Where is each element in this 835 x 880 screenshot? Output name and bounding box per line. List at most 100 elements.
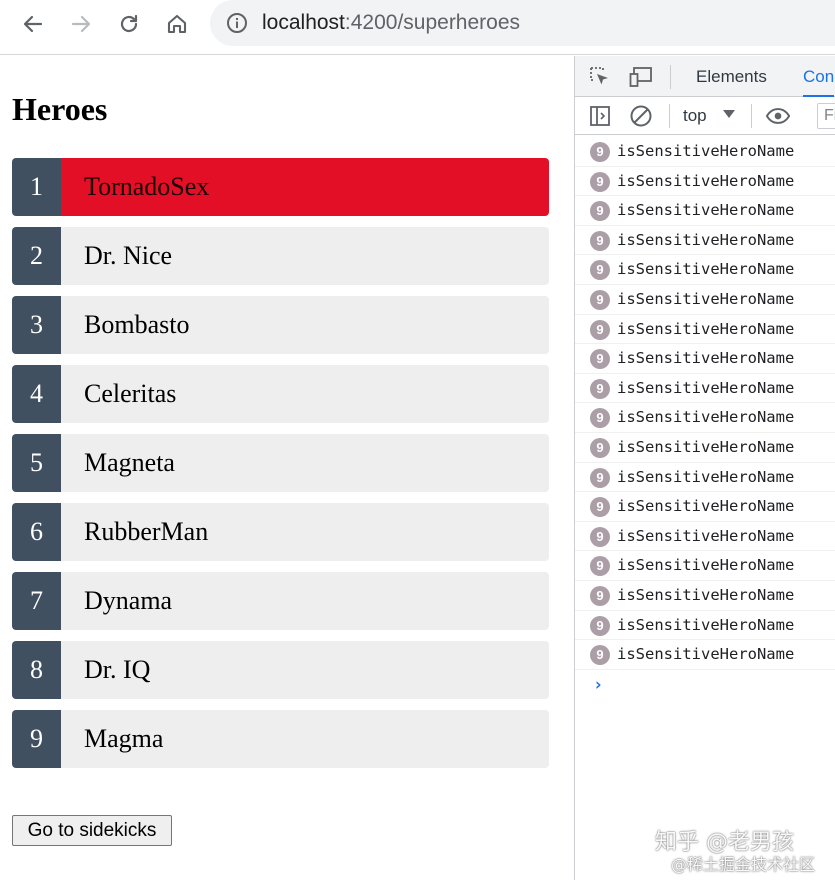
repeat-count-badge: 9 [590, 289, 610, 310]
console-message-text: isSensitiveHeroName [617, 378, 795, 397]
hero-item[interactable]: 7 Dynama [12, 572, 549, 630]
browser-toolbar: localhost:4200/superheroes [0, 0, 835, 55]
console-message: 9 isSensitiveHeroName [575, 344, 835, 374]
console-message: 9 isSensitiveHeroName [575, 611, 835, 641]
console-message: 9 isSensitiveHeroName [575, 255, 835, 285]
hero-item[interactable]: 6 RubberMan [12, 503, 549, 561]
repeat-count-badge: 9 [590, 319, 610, 340]
hero-id-badge: 3 [12, 296, 61, 354]
page-title: Heroes [12, 91, 108, 127]
url-path: :4200/superheroes [344, 11, 521, 34]
forward-arrow-icon [69, 12, 93, 36]
forward-button[interactable] [65, 8, 97, 40]
console-message: 9 isSensitiveHeroName [575, 167, 835, 197]
repeat-count-badge: 9 [590, 467, 610, 488]
hero-name: Celeritas [61, 365, 549, 423]
console-message-text: isSensitiveHeroName [617, 319, 795, 338]
console-message: 9 isSensitiveHeroName [575, 137, 835, 167]
console-message-text: isSensitiveHeroName [617, 260, 795, 279]
console-message: 9 isSensitiveHeroName [575, 581, 835, 611]
hero-name: Magma [61, 710, 549, 768]
repeat-count-badge: 9 [590, 437, 610, 458]
console-message-text: isSensitiveHeroName [617, 230, 795, 249]
repeat-count-badge: 9 [590, 201, 610, 222]
console-message-text: isSensitiveHeroName [617, 349, 795, 368]
back-button[interactable] [17, 8, 49, 40]
device-toolbar-icon[interactable] [628, 64, 654, 90]
reload-icon [117, 12, 141, 36]
clear-console-icon[interactable] [628, 103, 654, 129]
console-message-text: isSensitiveHeroName [617, 615, 795, 634]
hero-id-badge: 5 [12, 434, 61, 492]
home-icon [165, 12, 189, 36]
console-message: 9 isSensitiveHeroName [575, 640, 835, 670]
hero-id-badge: 4 [12, 365, 61, 423]
hero-id-badge: 8 [12, 641, 61, 699]
eye-icon[interactable] [765, 103, 791, 129]
repeat-count-badge: 9 [590, 526, 610, 547]
hero-item[interactable]: 9 Magma [12, 710, 549, 768]
hero-name: Magneta [61, 434, 549, 492]
repeat-count-badge: 9 [590, 260, 610, 281]
console-message-text: isSensitiveHeroName [617, 556, 795, 575]
filter-input[interactable]: Fi [817, 103, 835, 129]
hero-name: TornadoSex [61, 158, 549, 216]
url-text[interactable]: localhost:4200/superheroes [262, 10, 520, 36]
console-message: 9 isSensitiveHeroName [575, 551, 835, 581]
devtools-tab-bar: Elements Con [575, 56, 835, 97]
devtools-panel: Elements Con top Fi 9 isSensitiveHeroName… [574, 56, 835, 880]
repeat-count-badge: 9 [590, 408, 610, 429]
hero-id-badge: 2 [12, 227, 61, 285]
repeat-count-badge: 9 [590, 171, 610, 192]
inspect-element-icon[interactable] [587, 64, 613, 90]
console-message-text: isSensitiveHeroName [617, 585, 795, 604]
console-message-text: isSensitiveHeroName [617, 201, 795, 220]
go-to-sidekicks-button[interactable]: Go to sidekicks [12, 815, 172, 846]
console-message-text: isSensitiveHeroName [617, 171, 795, 190]
console-message: 9 isSensitiveHeroName [575, 433, 835, 463]
home-button[interactable] [161, 8, 193, 40]
hero-id-badge: 7 [12, 572, 61, 630]
hero-name: Dr. IQ [61, 641, 549, 699]
tab-console[interactable]: Con [803, 56, 835, 97]
site-info-icon[interactable] [226, 12, 248, 34]
app-content: Heroes 1 TornadoSex 2 Dr. Nice 3 Bombasto 4 Cel… [0, 56, 574, 880]
sidebar-toggle-icon[interactable] [587, 103, 613, 129]
hero-id-badge: 6 [12, 503, 61, 561]
repeat-count-badge: 9 [590, 497, 610, 518]
repeat-count-badge: 9 [590, 349, 610, 370]
repeat-count-badge: 9 [590, 556, 610, 577]
hero-id-badge: 1 [12, 158, 61, 216]
console-message-text: isSensitiveHeroName [617, 408, 795, 427]
url-host: localhost [262, 11, 345, 34]
hero-name: Dynama [61, 572, 549, 630]
hero-item[interactable]: 5 Magneta [12, 434, 549, 492]
console-messages: 9 isSensitiveHeroName 9 isSensitiveHeroName… [575, 137, 835, 670]
reload-button[interactable] [113, 8, 145, 40]
hero-name: Dr. Nice [61, 227, 549, 285]
hero-item[interactable]: 2 Dr. Nice [12, 227, 549, 285]
console-message-text: isSensitiveHeroName [617, 142, 795, 160]
console-message: 9 isSensitiveHeroName [575, 492, 835, 522]
tab-elements[interactable]: Elements [696, 56, 767, 97]
repeat-count-badge: 9 [590, 230, 610, 251]
console-message-text: isSensitiveHeroName [617, 645, 795, 664]
console-message-text: isSensitiveHeroName [617, 526, 795, 545]
console-message: 9 isSensitiveHeroName [575, 196, 835, 226]
console-prompt[interactable]: › [593, 674, 603, 696]
address-bar[interactable]: localhost:4200/superheroes [210, 0, 835, 46]
console-message-text: isSensitiveHeroName [617, 289, 795, 308]
repeat-count-badge: 9 [590, 585, 610, 606]
console-separator [751, 104, 752, 128]
hero-item[interactable]: 8 Dr. IQ [12, 641, 549, 699]
hero-item[interactable]: 3 Bombasto [12, 296, 549, 354]
repeat-count-badge: 9 [590, 645, 610, 666]
hero-item[interactable]: 1 TornadoSex [12, 158, 549, 216]
repeat-count-badge: 9 [590, 142, 610, 162]
console-message: 9 isSensitiveHeroName [575, 285, 835, 315]
devtools-separator [670, 65, 671, 89]
repeat-count-badge: 9 [590, 615, 610, 636]
hero-item[interactable]: 4 Celeritas [12, 365, 549, 423]
console-message: 9 isSensitiveHeroName [575, 374, 835, 404]
context-select[interactable]: top [683, 105, 707, 127]
